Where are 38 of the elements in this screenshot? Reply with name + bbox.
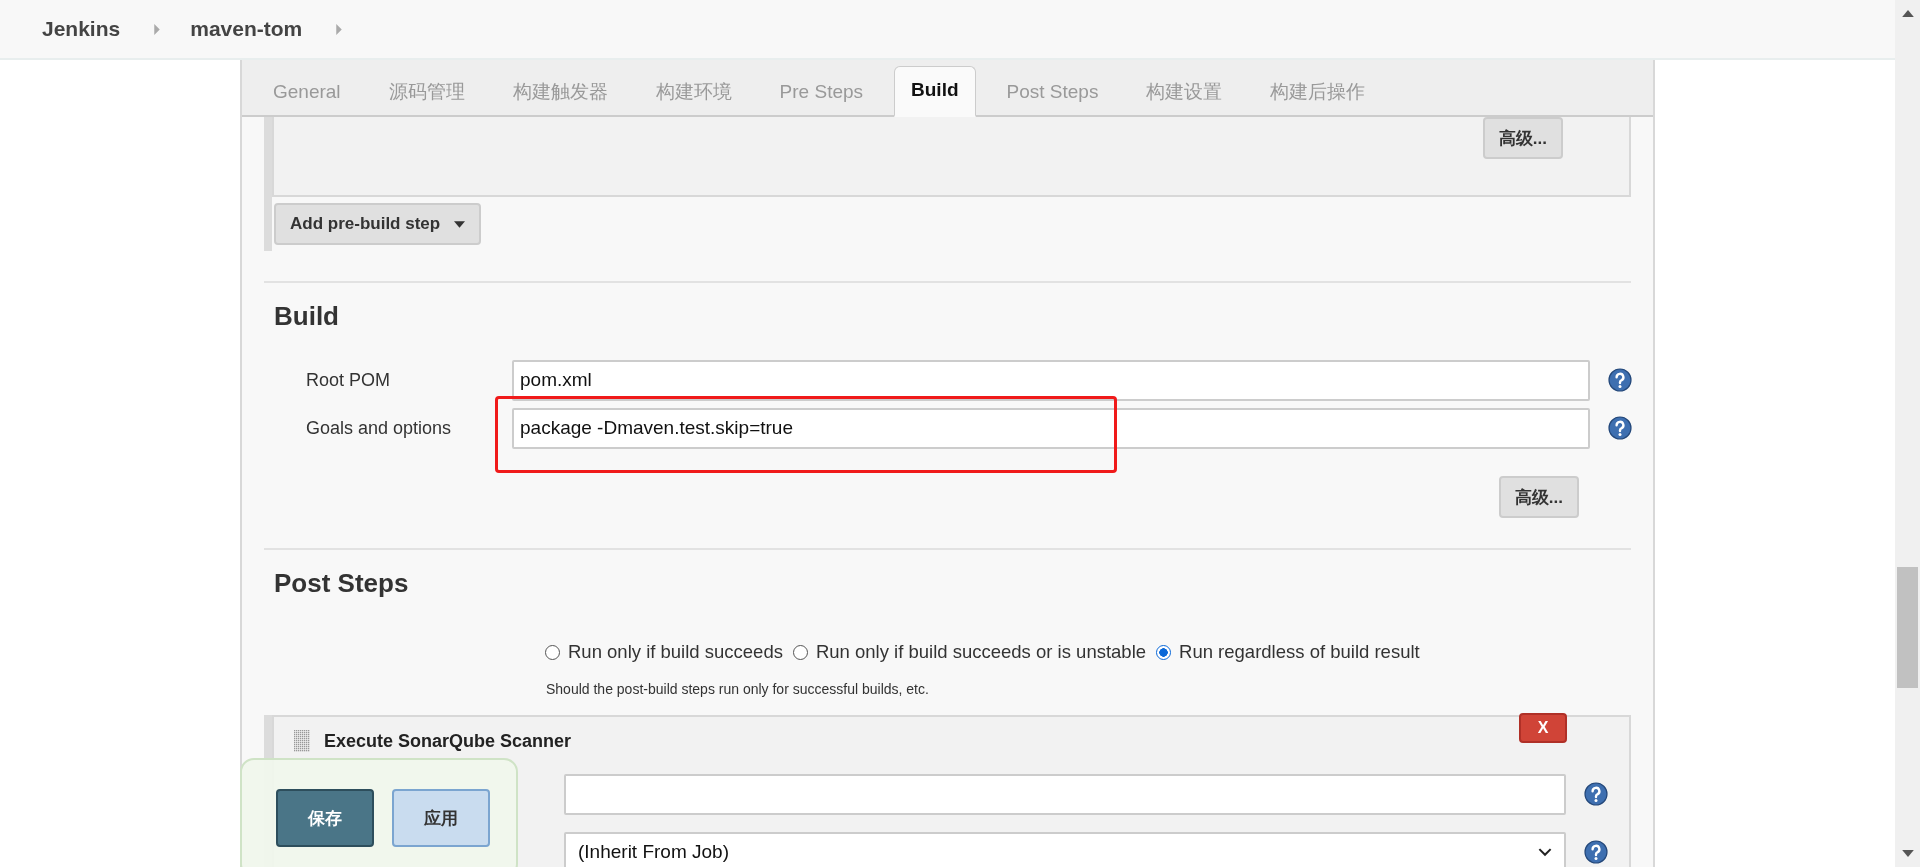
section-title: Build xyxy=(274,301,340,332)
caret-icon xyxy=(454,220,466,228)
delete-button[interactable]: X xyxy=(1519,713,1567,743)
scrollbar-thumb[interactable] xyxy=(1897,567,1918,688)
breadcrumb-link[interactable]: maven-tom xyxy=(190,17,303,41)
radio-button[interactable] xyxy=(545,644,560,660)
scroll-up-icon[interactable] xyxy=(1902,10,1914,17)
input-field[interactable]: pom.xml xyxy=(512,359,1590,401)
help-icon[interactable] xyxy=(1608,416,1632,440)
input-field[interactable]: package -Dmaven.test.skip=true xyxy=(512,407,1590,449)
apply-button[interactable]: 应用 xyxy=(392,789,490,847)
chevron-icon xyxy=(336,23,343,35)
radio-label[interactable]: Run only if build succeeds xyxy=(568,641,783,663)
breadcrumb-link[interactable]: Jenkins xyxy=(42,17,121,41)
radio-button[interactable] xyxy=(792,644,808,660)
field-label: Goals and options xyxy=(305,417,453,439)
scrollbar[interactable] xyxy=(1895,0,1920,867)
hint-text: Should the post-build steps run only for successful builds, etc. xyxy=(545,681,930,697)
advanced-button[interactable]: 高级... xyxy=(1498,476,1579,518)
tab[interactable]: Build xyxy=(894,66,976,117)
add-step-button[interactable]: Add pre-build step xyxy=(274,203,482,245)
help-icon[interactable] xyxy=(1584,782,1608,806)
save-button[interactable]: 保存 xyxy=(276,789,374,847)
step-title: Execute SonarQube Scanner xyxy=(324,730,572,752)
radio-button[interactable] xyxy=(1156,644,1172,660)
section-title: Post Steps xyxy=(274,568,410,599)
radio-label[interactable]: Run only if build succeeds or is unstable xyxy=(815,641,1147,663)
help-icon[interactable] xyxy=(1608,368,1632,392)
input-field[interactable] xyxy=(564,773,1566,815)
field-label: Root POM xyxy=(305,369,392,391)
drag-handle-icon xyxy=(294,730,310,752)
advanced-button[interactable]: 高级... xyxy=(1482,117,1563,159)
help-icon[interactable] xyxy=(1584,840,1608,864)
radio-label[interactable]: Run regardless of build result xyxy=(1179,641,1420,663)
chevron-down-icon xyxy=(1538,847,1552,857)
dropdown[interactable]: (Inherit From Job) xyxy=(564,831,1566,867)
chevron-icon xyxy=(154,23,161,35)
scroll-down-icon[interactable] xyxy=(1902,850,1914,857)
